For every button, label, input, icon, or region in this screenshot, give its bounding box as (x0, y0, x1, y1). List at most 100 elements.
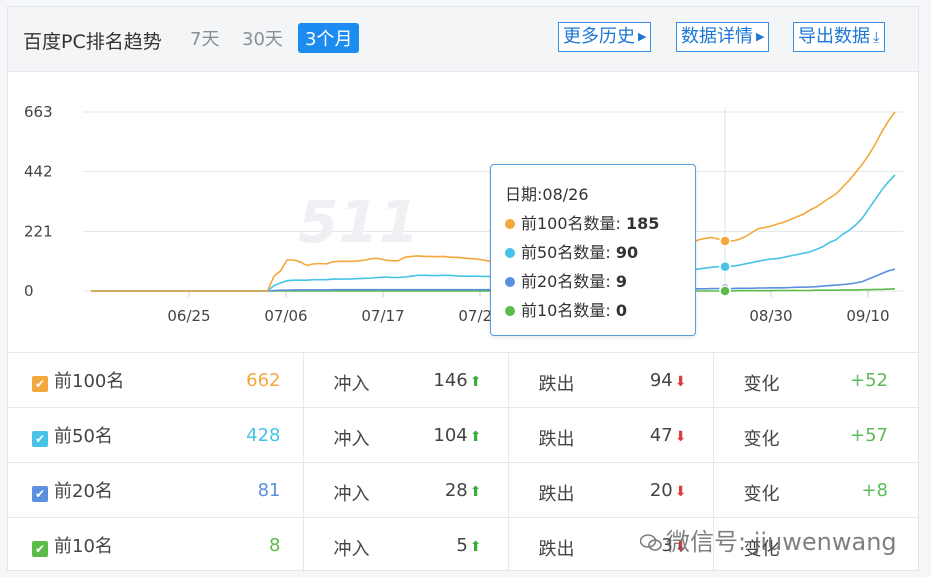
out-cell: 跌出 94 ⬇ (508, 352, 714, 408)
tooltip-date: 日期:08/26 (505, 185, 589, 204)
arrow-down-icon: ⬇ (674, 374, 687, 390)
change-label: 变化 (743, 484, 780, 505)
x-tick-label: 09/10 (846, 307, 889, 325)
in-value-wrap: 28 ⬆ (445, 480, 482, 501)
checkbox[interactable]: ✔ (32, 431, 48, 447)
in-value: 104 (433, 425, 468, 446)
more-history-label: 更多历史 (563, 26, 635, 47)
arrow-up-icon: ⬆ (469, 429, 482, 445)
export-data-button[interactable]: 导出数据 ⤓ (793, 22, 885, 52)
change-cell: 变化 +8 (713, 462, 918, 518)
rank-name: 前100名 (54, 371, 125, 392)
range-3-months[interactable]: 3个月 (298, 23, 360, 53)
out-cell: 跌出 20 ⬇ (508, 462, 714, 518)
rank-name-cell: ✔ 前20名 81 (8, 462, 304, 518)
checkbox[interactable]: ✔ (32, 486, 48, 502)
out-value-wrap: 47 ⬇ (650, 425, 687, 446)
range-30-days[interactable]: 30天 (242, 25, 283, 51)
tooltip-label: 前100名数量: (521, 214, 621, 233)
trend-chart: 663442221006/2507/0607/1707/2808/0808/19… (8, 72, 918, 352)
y-tick-label: 663 (24, 103, 53, 121)
tooltip-value: 0 (615, 301, 627, 320)
x-tick-label: 07/06 (264, 307, 307, 325)
hover-point (719, 235, 731, 247)
data-details-label: 数据详情 (681, 26, 753, 47)
arrow-up-icon: ⬆ (469, 374, 482, 390)
in-label: 冲入 (333, 539, 370, 560)
ranking-trend-card: 百度PC排名趋势 7天 30天 3个月 更多历史 ▶ 数据详情 ▶ 导出数据 ⤓ 66… (7, 6, 919, 572)
arrow-up-icon: ⬆ (469, 539, 482, 555)
rank-total: 8 (269, 535, 281, 556)
hover-point (719, 260, 731, 273)
in-value-wrap: 146 ⬆ (433, 370, 481, 391)
legend-dot (505, 248, 515, 258)
y-tick-label: 0 (24, 282, 34, 300)
out-cell: 跌出 47 ⬇ (508, 407, 714, 463)
tooltip-value: 90 (615, 243, 639, 262)
chart-watermark: 511 (298, 188, 419, 256)
table-row: ✔ 前50名 428 冲入 104 ⬆ 跌出 47 ⬇ 变化 +57 (8, 407, 918, 463)
change-value: +57 (850, 425, 888, 446)
trend-chart-svg: 663442221006/2507/0607/1707/2808/0808/19… (24, 103, 903, 325)
in-label: 冲入 (333, 484, 370, 505)
in-value: 146 (433, 370, 468, 391)
x-tick-label: 07/17 (361, 307, 404, 325)
more-history-button[interactable]: 更多历史 ▶ (558, 22, 652, 52)
out-value-wrap: 94 ⬇ (650, 370, 687, 391)
export-data-label: 导出数据 (798, 26, 870, 47)
in-value: 28 (444, 480, 468, 501)
arrow-down-icon: ⬇ (674, 429, 687, 445)
change-value: +52 (850, 370, 888, 391)
hover-point (719, 285, 731, 297)
y-tick-label: 221 (24, 222, 53, 240)
wechat-watermark: 微信号: jiuwenwang (640, 522, 897, 557)
out-value-wrap: 20 ⬇ (650, 480, 687, 501)
in-value: 5 (456, 535, 468, 556)
tooltip-row-top100: 前100名数量: 185 (505, 210, 659, 234)
change-value: +8 (861, 480, 888, 501)
tooltip-value: 185 (626, 214, 660, 233)
out-value: 20 (649, 480, 673, 501)
table-row: ✔ 前20名 81 冲入 28 ⬆ 跌出 20 ⬇ 变化 +8 (8, 462, 918, 518)
data-details-button[interactable]: 数据详情 ▶ (676, 22, 770, 52)
in-cell: 冲入 146 ⬆ (303, 352, 509, 408)
in-value-wrap: 104 ⬆ (433, 425, 481, 446)
checkbox[interactable]: ✔ (32, 376, 48, 392)
out-value: 47 (649, 425, 673, 446)
rank-total: 662 (246, 370, 281, 391)
out-label: 跌出 (538, 539, 575, 560)
rank-name: 前20名 (54, 481, 113, 502)
out-label: 跌出 (538, 374, 575, 395)
in-cell: 冲入 5 ⬆ (303, 517, 509, 572)
tooltip-row-top50: 前50名数量: 90 (505, 239, 638, 263)
out-label: 跌出 (538, 429, 575, 450)
in-cell: 冲入 104 ⬆ (303, 407, 509, 463)
card-header: 百度PC排名趋势 7天 30天 3个月 更多历史 ▶ 数据详情 ▶ 导出数据 ⤓ (8, 7, 918, 72)
tooltip-row-top10: 前10名数量: 0 (505, 297, 627, 321)
change-cell: 变化 +52 (713, 352, 918, 408)
in-value-wrap: 5 ⬆ (456, 535, 481, 556)
tooltip-label: 前10名数量: (521, 301, 611, 320)
wechat-icon (640, 534, 662, 551)
table-row: ✔ 前100名 662 冲入 146 ⬆ 跌出 94 ⬇ 变化 +52 (8, 352, 918, 408)
legend-dot (505, 277, 515, 287)
arrow-up-icon: ⬆ (469, 484, 482, 500)
legend-dot (505, 306, 515, 316)
rank-name-cell: ✔ 前50名 428 (8, 407, 304, 463)
play-right-icon: ▶ (756, 30, 765, 43)
play-right-icon: ▶ (638, 30, 647, 43)
checkbox[interactable]: ✔ (32, 541, 48, 557)
x-tick-label: 08/30 (749, 307, 792, 325)
card-title: 百度PC排名趋势 (23, 31, 162, 53)
rank-name: 前10名 (54, 536, 113, 557)
change-cell: 变化 +57 (713, 407, 918, 463)
range-7-days[interactable]: 7天 (190, 25, 219, 51)
rank-name: 前50名 (54, 426, 113, 447)
rank-name-cell: ✔ 前10名 8 (8, 517, 304, 572)
tooltip-row-top20: 前20名数量: 9 (505, 268, 627, 292)
in-cell: 冲入 28 ⬆ (303, 462, 509, 518)
tooltip-value: 9 (615, 272, 627, 291)
out-label: 跌出 (538, 484, 575, 505)
legend-dot (505, 219, 515, 229)
download-icon: ⤓ (873, 28, 880, 46)
